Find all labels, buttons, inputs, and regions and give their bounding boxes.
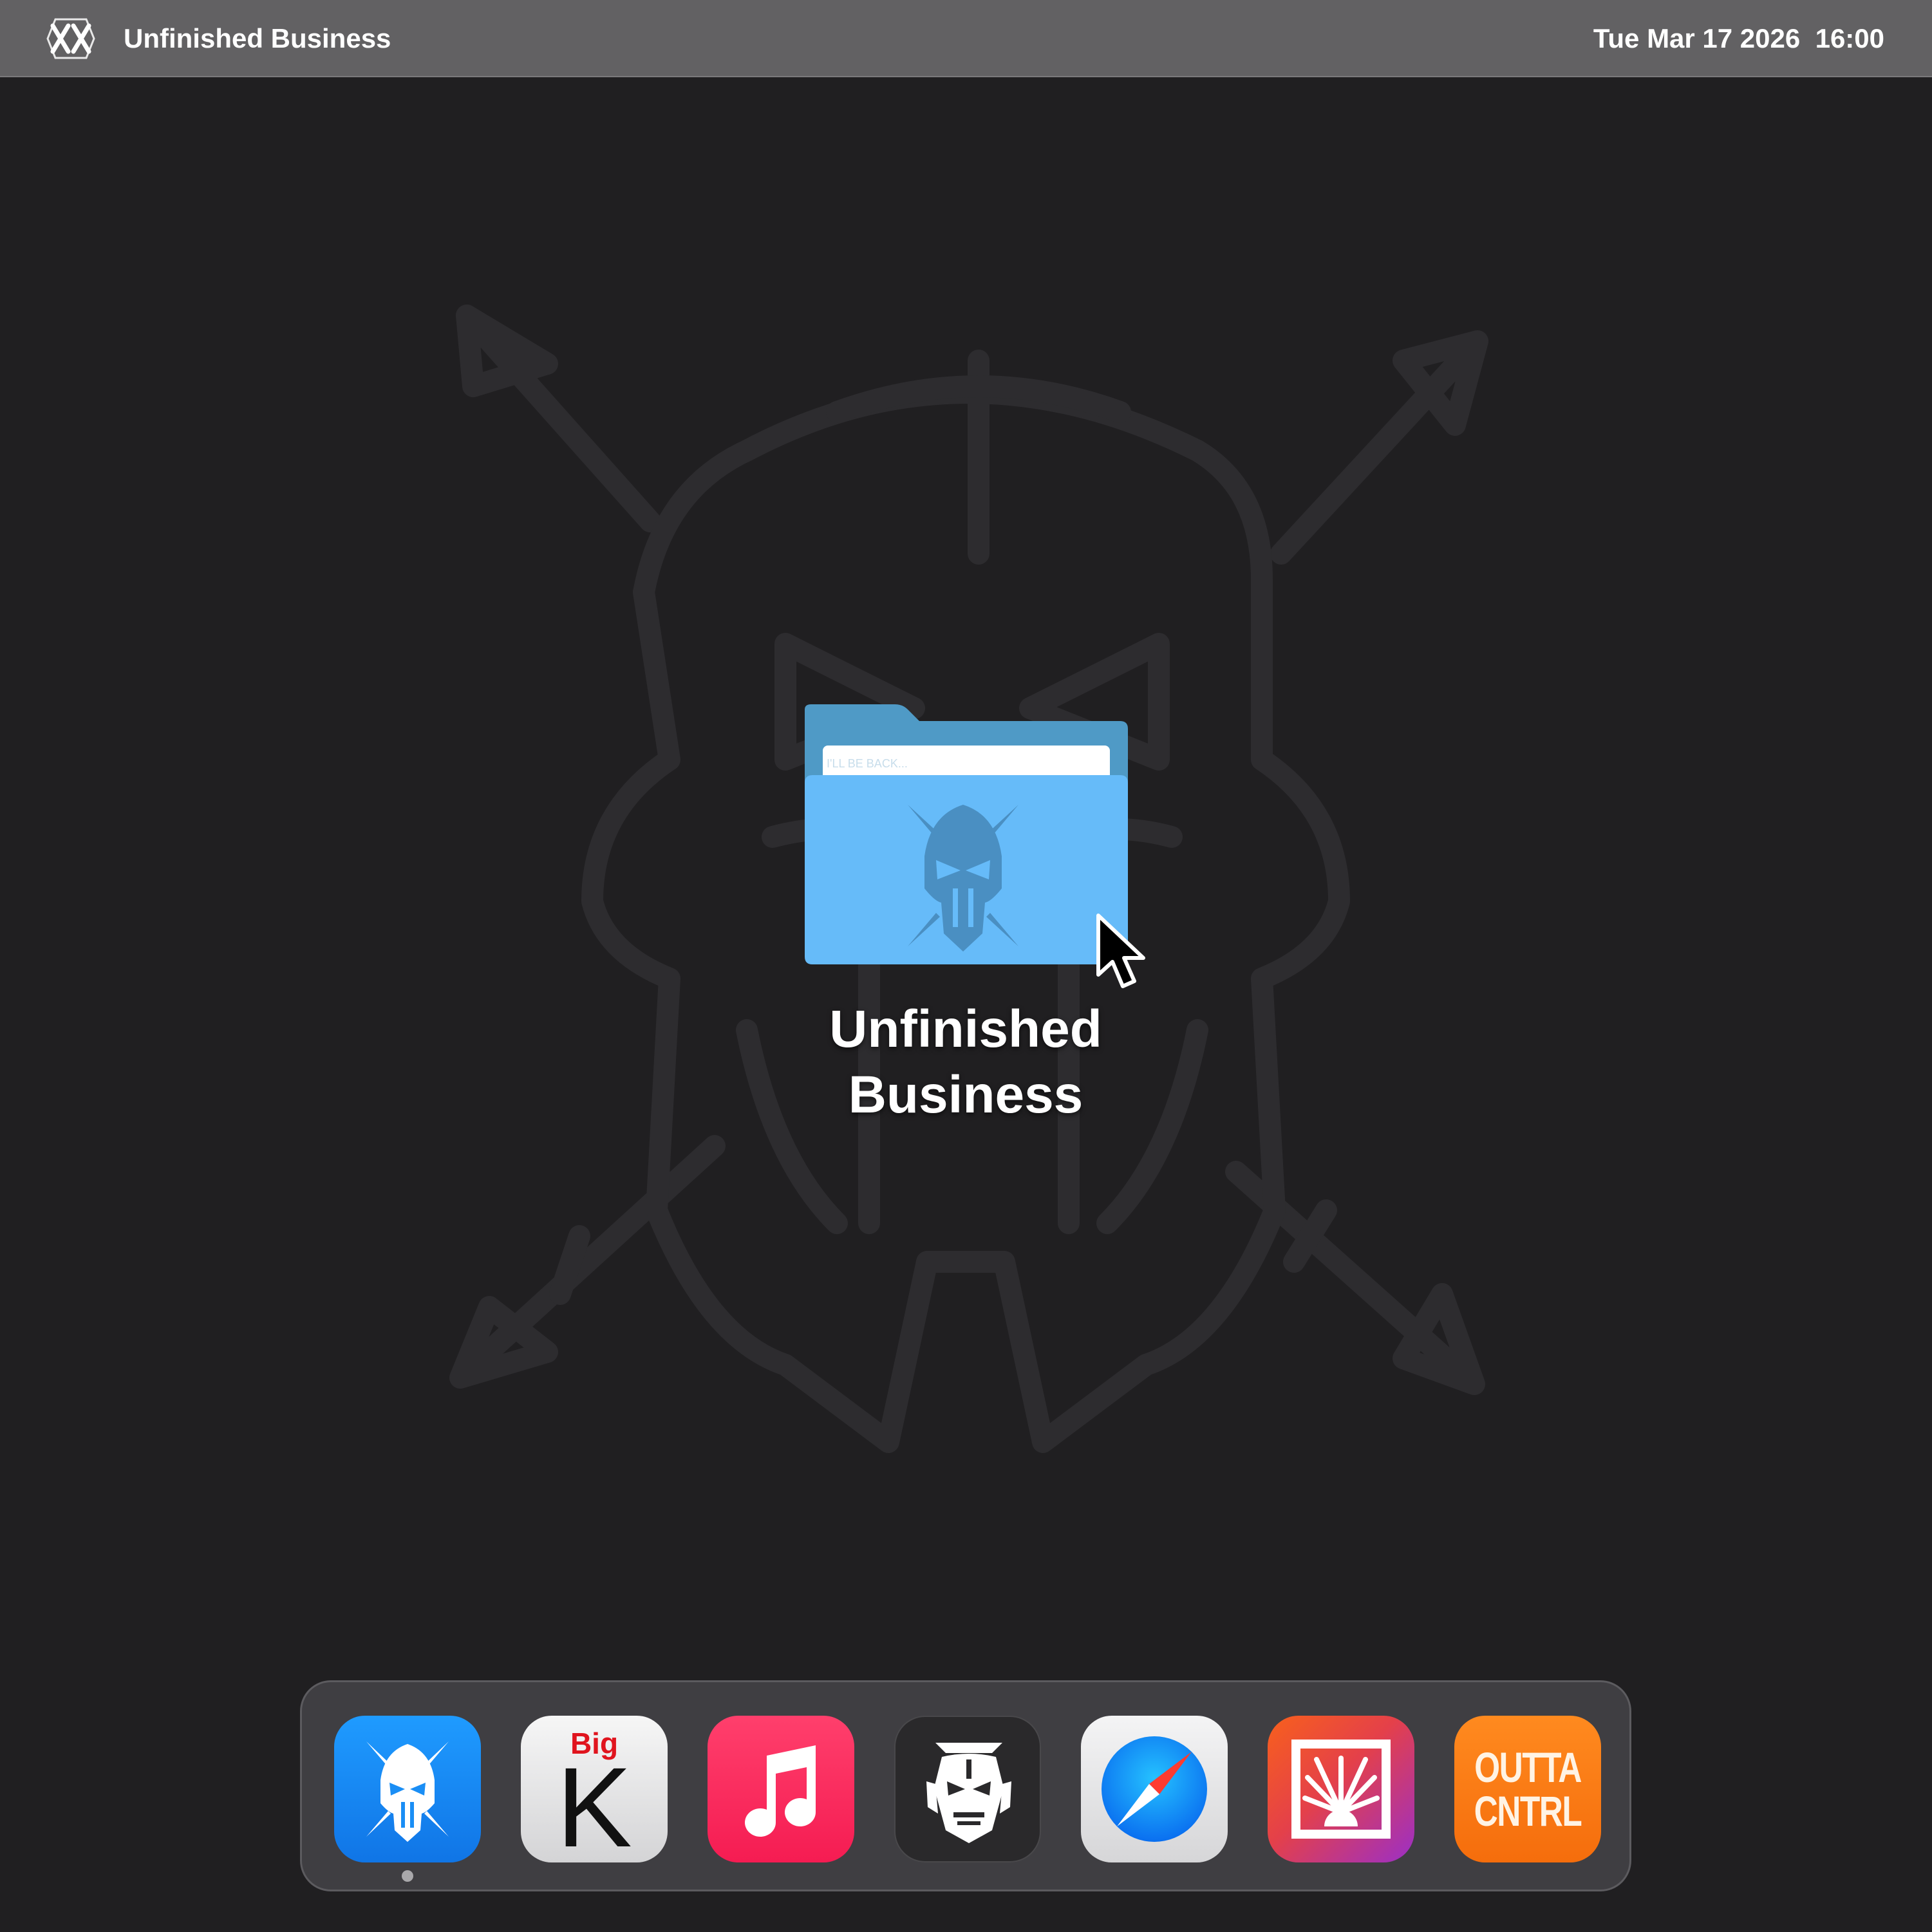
outta-cntrl-line-1: OUTTA [1474,1743,1582,1791]
desktop: Unfinished Business Tue Mar 17 2026 16:0… [0,0,1932,1932]
dock-item-spartan-app[interactable] [334,1716,481,1862]
menubar-clock[interactable]: Tue Mar 17 2026 16:00 [1593,0,1884,77]
folder-paper-text: I'LL BE BACK... [827,757,908,770]
svg-text:I'LL BE BACK...: I'LL BE BACK... [827,757,908,770]
menu-bar: Unfinished Business Tue Mar 17 2026 16:0… [0,0,1932,77]
big-k-letter: K [556,1745,632,1862]
folder-label-line-1: Unfinished [829,1000,1102,1058]
outta-cntrl-line-2: CNTRL [1474,1787,1582,1835]
dock-running-indicator [402,1870,413,1882]
dock-item-safari-app[interactable] [1081,1716,1228,1862]
dock-item-sunrise-app[interactable] [1268,1716,1414,1862]
app-title[interactable]: Unfinished Business [124,0,391,77]
dock-item-big-k-app[interactable]: Big K [521,1716,668,1862]
compass-icon [1102,1736,1207,1842]
mouse-pointer-icon [1096,914,1145,988]
folder-label[interactable]: Unfinished Business [740,997,1191,1128]
dock-item-samurai-app[interactable] [894,1716,1041,1862]
outta-cntrl-text: OUTTA CNTRL [1470,1745,1585,1833]
music-note-icon [745,1745,816,1837]
spartan-helmet-icon [366,1741,449,1842]
dock-item-outta-cntrl-app[interactable]: OUTTA CNTRL [1454,1716,1601,1862]
dock-item-music-app[interactable] [708,1716,854,1862]
sunrise-icon [1291,1740,1391,1839]
spartan-folder-icon[interactable] [798,702,1133,972]
xx-logo-icon[interactable] [46,17,95,61]
folder-label-line-2: Business [848,1065,1083,1124]
dock: Big K OUTTA CNTRL [300,1680,1631,1891]
samurai-mask-icon [926,1743,1011,1843]
